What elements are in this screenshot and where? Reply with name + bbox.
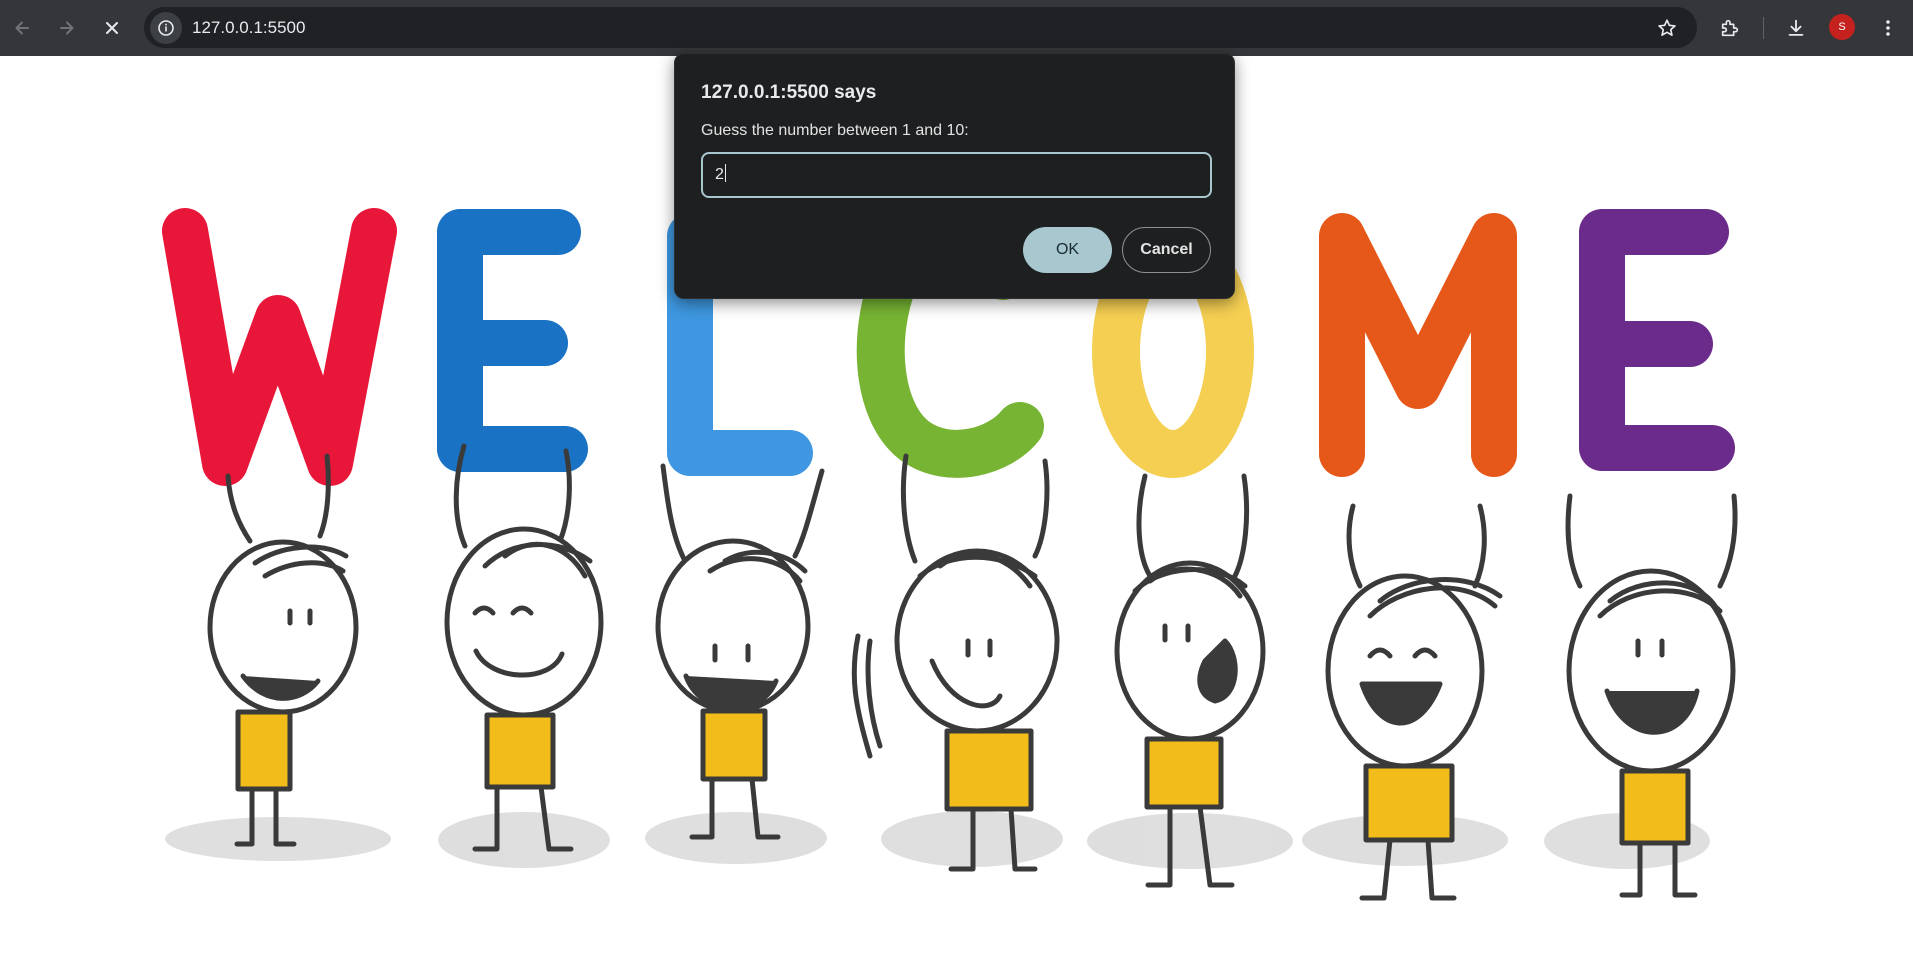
more-menu-icon[interactable] xyxy=(1870,10,1906,46)
letter-e1 xyxy=(437,209,588,472)
stop-loading-icon[interactable] xyxy=(94,10,130,46)
cancel-button[interactable]: Cancel xyxy=(1122,227,1211,273)
toolbar-divider xyxy=(1763,17,1764,39)
ground-shadows xyxy=(165,811,1710,869)
download-icon[interactable] xyxy=(1778,10,1814,46)
forward-arrow-icon[interactable] xyxy=(49,10,85,46)
site-info-icon[interactable] xyxy=(150,12,182,44)
letter-w xyxy=(162,208,397,486)
extensions-puzzle-icon[interactable] xyxy=(1712,10,1748,46)
dialog-title: 127.0.0.1:5500 says xyxy=(701,82,877,103)
browser-toolbar: 127.0.0.1:5500 S xyxy=(0,0,1913,56)
prompt-dialog: 127.0.0.1:5500 says Guess the number bet… xyxy=(674,53,1235,299)
profile-avatar[interactable]: S xyxy=(1829,14,1855,40)
ok-button[interactable]: OK xyxy=(1023,227,1112,273)
letter-m xyxy=(1319,213,1517,477)
back-arrow-icon[interactable] xyxy=(4,10,40,46)
stick-figures xyxy=(207,443,1738,901)
text-caret xyxy=(724,164,726,182)
guess-input[interactable]: 2 xyxy=(701,152,1212,198)
bookmark-star-icon[interactable] xyxy=(1650,11,1683,44)
dialog-message: Guess the number between 1 and 10: xyxy=(701,122,969,139)
address-bar[interactable]: 127.0.0.1:5500 xyxy=(144,7,1697,48)
url-text[interactable]: 127.0.0.1:5500 xyxy=(192,7,305,48)
guess-input-value: 2 xyxy=(715,166,724,183)
letter-e2 xyxy=(1579,209,1735,471)
